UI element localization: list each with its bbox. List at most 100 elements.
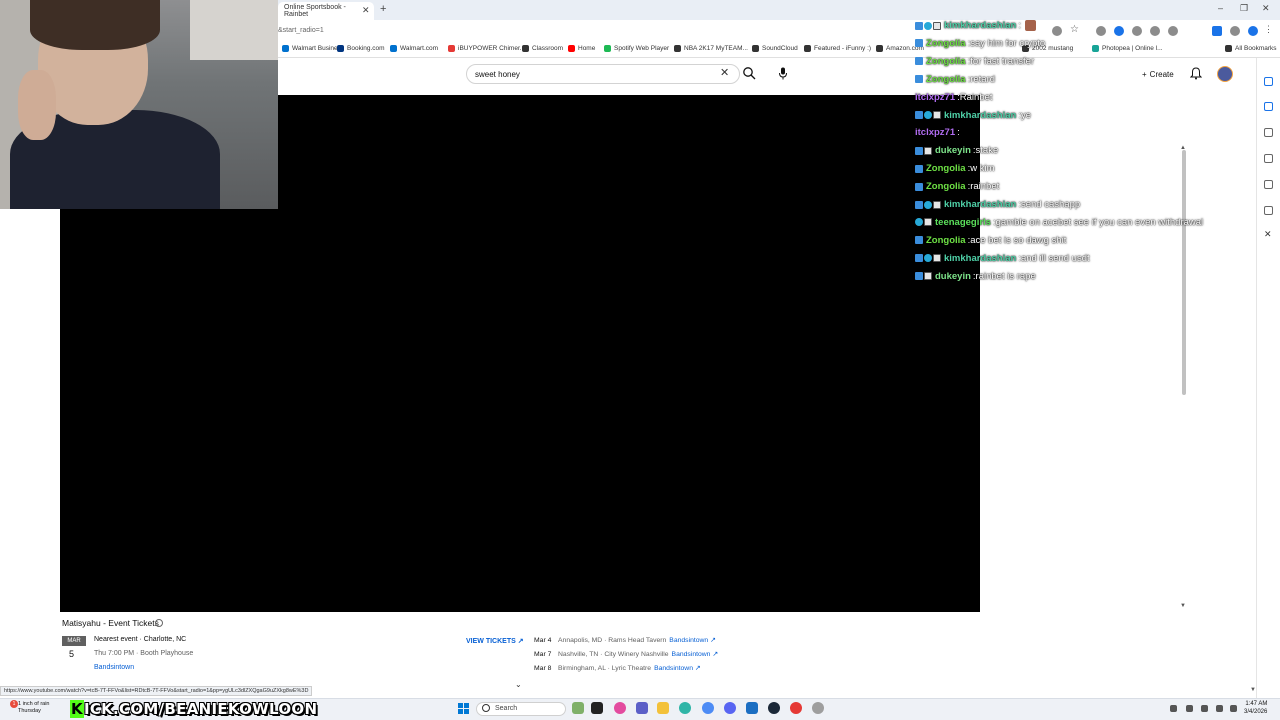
speaker-icon[interactable] [1230, 705, 1237, 712]
chevron-down-icon[interactable]: ⌄ [515, 680, 522, 689]
event-day: 5 [69, 649, 75, 659]
chat-username[interactable]: dukeyin [935, 271, 971, 282]
scroll-down-icon[interactable]: ▼ [1250, 687, 1256, 693]
bookmark-item[interactable]: iBUYPOWER Chimer... [448, 45, 525, 52]
chat-text: ye [1020, 109, 1032, 121]
chat-badge-icon [915, 164, 923, 173]
tray-chevron-icon[interactable] [1170, 705, 1177, 712]
event-source-link[interactable]: Bandsintown ↗ [672, 651, 719, 658]
chat-username[interactable]: itclxpz71 [915, 92, 955, 103]
shield-icon[interactable] [1248, 26, 1258, 36]
weather-line2: Thursday [18, 708, 41, 714]
tab-rainbet[interactable]: Online Sportsbook - Rainbet [278, 2, 374, 20]
bookmark-item[interactable]: Home [568, 45, 595, 52]
chat-username[interactable]: kimkhardashian [944, 110, 1016, 121]
taskbar-app-icon[interactable] [812, 702, 824, 714]
chat-text: retard [970, 73, 996, 85]
bookmark-item[interactable]: Spotify Web Player [604, 45, 669, 52]
side-panel-icon[interactable] [1264, 180, 1273, 189]
bookmark-favicon-icon [522, 45, 529, 52]
chat-text: stake [975, 145, 999, 157]
chat-username[interactable]: kimkhardashian [944, 199, 1016, 210]
chat-username[interactable]: Zongolia [926, 38, 966, 49]
weather-icon[interactable]: 1 [10, 700, 18, 708]
search-icon[interactable] [742, 66, 756, 80]
bookmark-item[interactable]: SoundCloud [752, 45, 798, 52]
chat-username[interactable]: kimkhardashian [944, 253, 1016, 264]
weather-widget[interactable]: 1 inch of rain Thursday [18, 701, 50, 715]
event-row[interactable]: Mar 7 Nashville, TN · City Winery Nashvil… [534, 650, 718, 658]
chat-username[interactable]: Zongolia [926, 163, 966, 174]
search-icon [482, 704, 490, 712]
chat-username[interactable]: Zongolia [926, 181, 966, 192]
chat-badges [915, 21, 941, 30]
bookmark-label: Featured - iFunny :) [814, 45, 872, 52]
windows-start-icon[interactable] [458, 703, 469, 714]
taskbar-app-icon[interactable] [746, 702, 758, 714]
chat-badge-icon [915, 21, 923, 30]
bookmark-item[interactable]: Classroom [522, 45, 563, 52]
bookmark-item[interactable]: Walmart Business [282, 45, 344, 52]
discord-icon[interactable] [724, 702, 736, 714]
wifi-icon[interactable] [1216, 705, 1223, 712]
taskbar-app-icon[interactable] [572, 702, 584, 714]
tray-app-icon[interactable] [1186, 705, 1193, 712]
bookmark-favicon-icon [282, 45, 289, 52]
search-input[interactable]: sweet honey [466, 64, 740, 84]
taskbar-app-icon[interactable] [636, 702, 648, 714]
side-panel-icon[interactable] [1264, 77, 1273, 86]
side-panel-icon[interactable] [1264, 128, 1273, 137]
new-tab-icon[interactable]: + [380, 3, 386, 15]
side-panel-close-icon[interactable]: ✕ [1264, 229, 1273, 239]
info-icon[interactable] [155, 619, 163, 627]
scroll-down-icon[interactable]: ▼ [1180, 603, 1186, 609]
side-panel-icon[interactable] [1264, 154, 1273, 163]
nearest-event-source-link[interactable]: Bandsintown [94, 664, 134, 671]
tab-close-icon[interactable]: ✕ [362, 5, 370, 16]
microphone-icon[interactable] [778, 67, 788, 80]
bookmark-item[interactable]: Booking.com [337, 45, 385, 52]
event-row[interactable]: Mar 8 Birmingham, AL · Lyric Theatre Bands… [534, 664, 701, 672]
chat-message: itclxpz71: Rainbet [915, 92, 993, 103]
url-text[interactable]: &start_radio=1 [278, 27, 324, 34]
bookmark-label: SoundCloud [762, 45, 798, 52]
view-tickets-link[interactable]: VIEW TICKETS ↗ [466, 637, 524, 645]
chat-message: kimkhardashian: [915, 20, 1036, 31]
taskbar-app-icon[interactable] [679, 702, 691, 714]
clear-search-icon[interactable]: ✕ [720, 66, 729, 79]
chat-username[interactable]: Zongolia [926, 74, 966, 85]
chat-badge-icon [915, 200, 923, 209]
microphone-icon[interactable] [1201, 705, 1208, 712]
taskbar-app-icon[interactable] [790, 702, 802, 714]
steam-icon[interactable] [768, 702, 780, 714]
chat-text: and ill send usdt [1020, 252, 1090, 264]
chat-badges [915, 146, 932, 155]
chat-username[interactable]: Zongolia [926, 56, 966, 67]
taskbar-clock[interactable]: 1:47 AM 3/4/2026 [1244, 700, 1267, 716]
bookmark-label: Booking.com [347, 45, 385, 52]
event-source-link[interactable]: Bandsintown ↗ [669, 637, 716, 644]
side-panel-icon[interactable] [1264, 206, 1273, 215]
side-panel-icon[interactable] [1264, 102, 1273, 111]
menu-icon[interactable]: ⋮ [1264, 24, 1274, 34]
chat-username[interactable]: itclxpz71 [915, 127, 955, 138]
event-source-link[interactable]: Bandsintown ↗ [654, 665, 701, 672]
bookmark-item[interactable]: Featured - iFunny :) [804, 45, 871, 52]
chat-username[interactable]: dukeyin [935, 145, 971, 156]
close-window-icon[interactable]: ✕ [1262, 3, 1270, 14]
chat-username[interactable]: teenagegirls [935, 217, 991, 228]
bookmark-item[interactable]: NBA 2K17 MyTEAM... [674, 45, 748, 52]
chrome-icon[interactable] [702, 702, 714, 714]
taskbar-app-icon[interactable] [591, 702, 603, 714]
chat-username[interactable]: Zongolia [926, 235, 966, 246]
event-row[interactable]: Mar 4 Annapolis, MD · Rams Head Tavern Ban… [534, 636, 716, 644]
file-explorer-icon[interactable] [657, 702, 669, 714]
restore-icon[interactable]: ❐ [1240, 3, 1248, 14]
event-date: Mar 4 [534, 637, 552, 644]
bookmark-favicon-icon [674, 45, 681, 52]
taskbar-app-icon[interactable] [614, 702, 626, 714]
chat-username[interactable]: kimkhardashian [944, 20, 1016, 31]
bookmark-item[interactable]: Walmart.com [390, 45, 438, 52]
chat-text: say him for crypto [970, 37, 1046, 49]
chat-badge-icon [924, 146, 932, 155]
